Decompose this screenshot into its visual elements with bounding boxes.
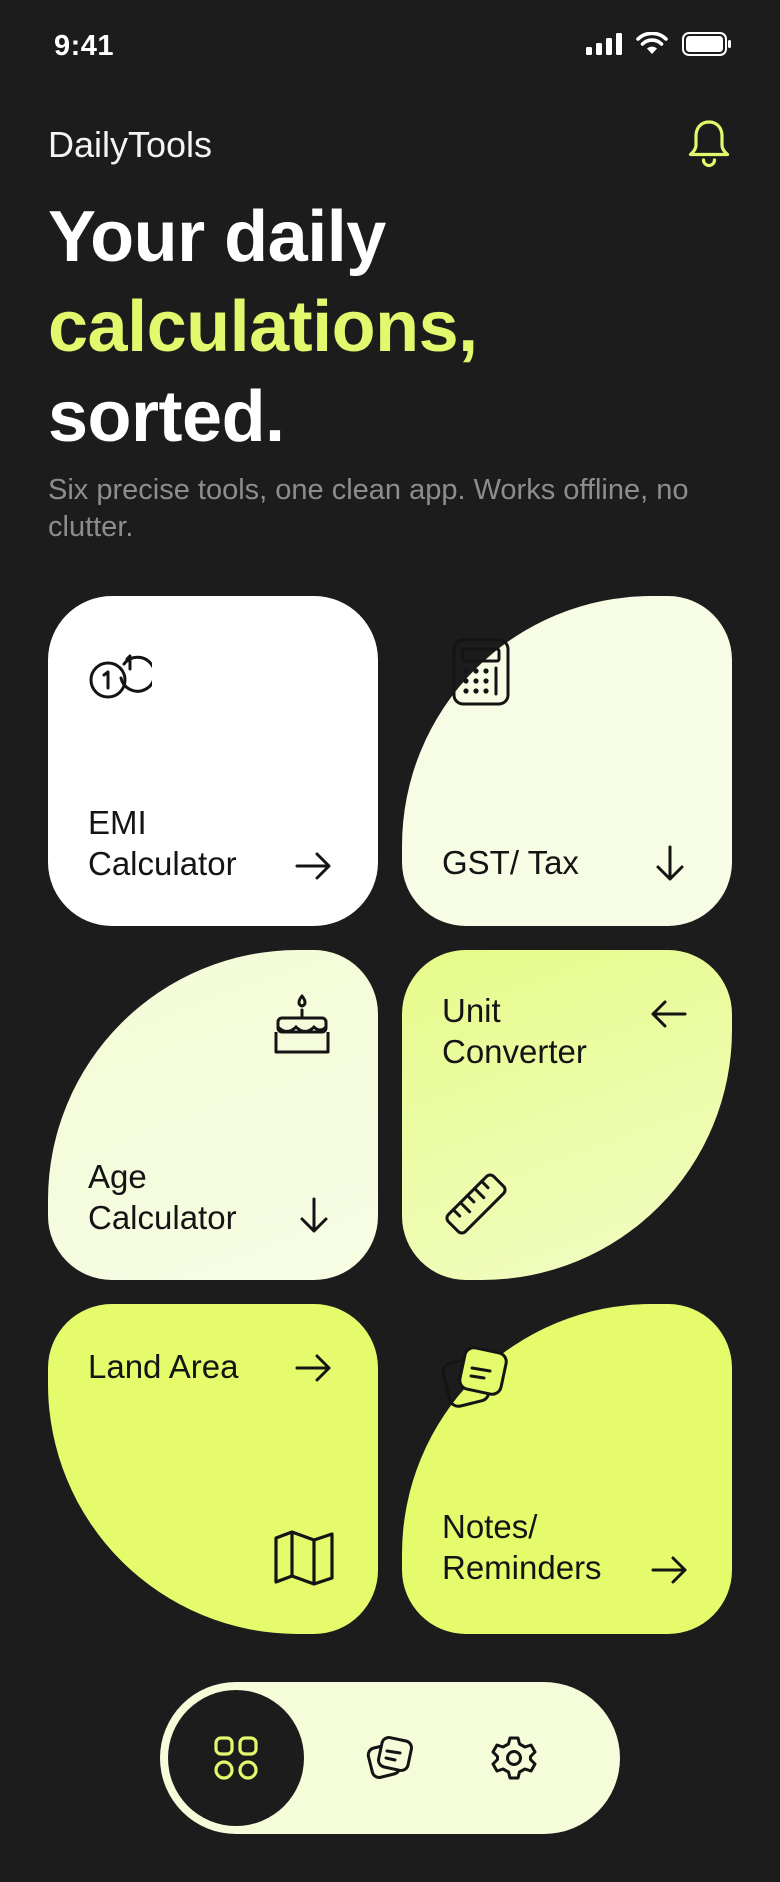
tile-label-line-2: Calculator (88, 1199, 237, 1236)
tile-label: Unit Converter (442, 990, 587, 1072)
status-bar: 9:41 (0, 0, 780, 96)
tile-label-line-2: Calculator (88, 845, 237, 882)
tile-label: Notes/ Reminders (442, 1506, 602, 1588)
bell-icon[interactable] (685, 118, 733, 168)
gear-icon[interactable] (490, 1734, 538, 1782)
tile-label: Age Calculator (88, 1156, 237, 1238)
status-time: 9:41 (54, 30, 115, 62)
signal-icon (586, 33, 622, 55)
app-name: DailyTools (48, 124, 213, 165)
tile-label: GST/ Tax (442, 842, 579, 883)
ruler-icon (445, 1173, 507, 1235)
bottom-nav (160, 1682, 620, 1834)
grid-icon (214, 1736, 258, 1780)
emi-calculator-tile[interactable]: EMI Calculator (48, 596, 378, 926)
gst-tax-tile[interactable]: GST/ Tax (402, 596, 732, 926)
map-icon (274, 1530, 334, 1586)
arrow-down-icon (300, 1197, 328, 1233)
tile-label-line-1: Notes/ (442, 1508, 538, 1545)
page-title: Your daily calculations, sorted. (48, 192, 478, 462)
tile-label-line-1: Unit (442, 992, 501, 1029)
calculator-icon (452, 638, 510, 706)
arrow-right-icon (651, 1556, 687, 1584)
wifi-icon (636, 32, 668, 54)
headline-line-2: calculations, (48, 287, 478, 367)
unit-converter-tile[interactable]: Unit Converter (402, 950, 732, 1280)
headline-line-1: Your daily (48, 197, 386, 277)
tile-label-line-1: Land Area (88, 1348, 239, 1385)
arrow-right-icon (295, 852, 331, 880)
cake-icon (274, 994, 330, 1054)
tile-label: Land Area (88, 1346, 238, 1387)
notes-icon (442, 1346, 508, 1408)
headline-line-3: sorted. (48, 377, 285, 457)
notes-icon[interactable] (366, 1734, 414, 1782)
arrow-right-icon (295, 1354, 331, 1382)
coins-icon (89, 654, 152, 699)
tile-label-line-1: GST/ Tax (442, 844, 579, 881)
arrow-down-icon (656, 845, 684, 881)
tile-label-line-1: EMI (88, 804, 147, 841)
arrow-left-icon (651, 1000, 687, 1028)
status-icons (586, 32, 732, 56)
subtitle: Six precise tools, one clean app. Works … (48, 474, 689, 543)
tile-label-line-2: Converter (442, 1033, 587, 1070)
battery-icon (682, 32, 731, 56)
tile-label-line-2: Reminders (442, 1549, 602, 1586)
land-area-tile[interactable]: Land Area (48, 1304, 378, 1634)
tile-label-line-1: Age (88, 1158, 147, 1195)
notes-reminders-tile[interactable]: Notes/ Reminders (402, 1304, 732, 1634)
tile-label: EMI Calculator (88, 802, 237, 884)
age-calculator-tile[interactable]: Age Calculator (48, 950, 378, 1280)
nav-item-home[interactable] (168, 1690, 304, 1826)
